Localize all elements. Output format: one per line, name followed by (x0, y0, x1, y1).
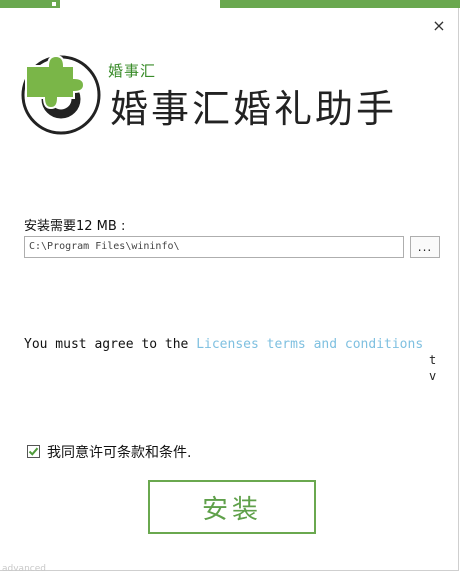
checkmark-icon (28, 447, 39, 456)
browse-button[interactable]: ... (410, 236, 440, 258)
advanced-link[interactable]: advanced (2, 564, 46, 574)
license-overflow-char: t (429, 353, 437, 367)
app-title: 婚事汇婚礼助手 (110, 87, 398, 131)
license-overflow-chars: t v (429, 352, 443, 384)
puzzle-disc-logo (21, 54, 101, 135)
install-path-input[interactable]: C:\Program Files\wininfo\ (24, 236, 404, 258)
title-bar-blip (178, 2, 182, 6)
license-link[interactable]: Licenses terms and conditions (196, 337, 423, 352)
title-bar-strip (0, 0, 460, 8)
install-button[interactable]: 安装 (148, 480, 316, 534)
installer-window: × 婚事汇 婚事汇婚礼助手 安装需要12 MB : C:\Program Fil… (0, 8, 459, 574)
close-icon: × (432, 15, 446, 35)
agree-checkbox[interactable] (27, 445, 40, 458)
license-prefix: You must agree to the (24, 337, 197, 352)
title-bar-blip (52, 2, 56, 6)
install-space-label: 安装需要12 MB : (24, 219, 126, 234)
license-overflow-char: v (429, 369, 437, 383)
title-bar-gap (60, 0, 220, 8)
license-agree-line: You must agree to the Licenses terms and… (24, 337, 423, 352)
agree-checkbox-label[interactable]: 我同意许可条款和条件. (47, 442, 191, 462)
close-button[interactable]: × (430, 15, 448, 35)
